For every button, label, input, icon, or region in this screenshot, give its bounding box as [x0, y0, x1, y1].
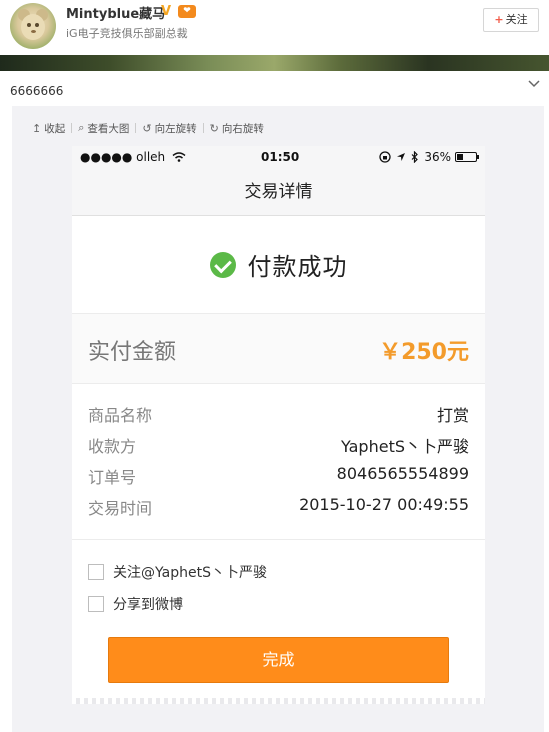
avatar-eye	[27, 23, 31, 27]
amount-value: ￥250元	[379, 340, 469, 365]
phone-screenshot[interactable]: ●●●●● olleh 01:50 36% 交易详情 付款成功 实付金额 ￥25…	[72, 146, 485, 704]
detail-row-payee: 收款方 YaphetS丶卜严骏	[88, 433, 469, 457]
collapse-button[interactable]: ↥ 收起	[26, 121, 71, 136]
follow-button[interactable]: + 关注	[483, 8, 539, 32]
plus-icon: +	[494, 13, 504, 26]
share-option-label: 分享到微博	[113, 597, 183, 613]
user-description: iG电子竞技俱乐部副总裁	[66, 27, 188, 40]
battery-level	[457, 154, 463, 160]
post-text: 6666666	[10, 84, 64, 98]
detail-value: YaphetS丶卜严骏	[341, 437, 469, 456]
check-circle-icon	[209, 251, 236, 278]
follow-label: 关注	[505, 13, 528, 26]
status-time: 01:50	[261, 150, 300, 164]
avatar-eye	[35, 23, 39, 27]
magnifier-icon: ⌕	[78, 121, 85, 134]
transaction-details: 商品名称 打赏 收款方 YaphetS丶卜严骏 订单号 804656555489…	[72, 384, 485, 540]
detail-label: 收款方	[88, 437, 137, 456]
cover-banner	[0, 55, 549, 71]
rotate-right-label: 向右旋转	[221, 122, 264, 135]
status-right: 36%	[379, 150, 479, 164]
follow-option-label: 关注@YaphetS丶卜严骏	[113, 565, 267, 581]
detail-row-order-id: 订单号 8046565554899	[88, 464, 469, 488]
username[interactable]: Mintyblue藏马	[66, 3, 165, 22]
detail-value: 2015-10-27 00:49:55	[299, 495, 469, 514]
avatar-nose	[31, 30, 36, 33]
detail-row-product: 商品名称 打赏	[88, 402, 469, 426]
chevron-down-icon[interactable]	[527, 76, 541, 90]
rotate-right-button[interactable]: ↻ 向右旋转	[204, 121, 270, 136]
amount-row: 实付金额 ￥250元	[72, 314, 485, 384]
status-bar: ●●●●● olleh 01:50 36%	[72, 146, 485, 168]
post-header: Mintyblue藏马 V ❤ iG电子竞技俱乐部副总裁 + 关注	[0, 0, 549, 55]
view-large-button[interactable]: ⌕ 查看大图	[72, 121, 135, 136]
detail-row-time: 交易时间 2015-10-27 00:49:55	[88, 495, 469, 519]
amount-label: 实付金额	[88, 340, 177, 365]
detail-label: 订单号	[88, 468, 137, 487]
battery-percent: 36%	[424, 150, 451, 164]
detail-value: 8046565554899	[336, 464, 469, 483]
verified-icon: V	[161, 4, 172, 19]
rotate-left-icon: ↺	[142, 121, 152, 135]
wifi-icon	[172, 152, 186, 162]
share-checkbox[interactable]	[88, 596, 104, 612]
success-text: 付款成功	[247, 253, 348, 281]
share-weibo-option[interactable]: 分享到微博	[88, 594, 183, 614]
orientation-lock-icon	[379, 151, 391, 163]
view-large-label: 查看大图	[87, 122, 130, 135]
detail-label: 交易时间	[88, 499, 153, 518]
follow-payee-option[interactable]: 关注@YaphetS丶卜严骏	[88, 562, 267, 582]
rotate-left-label: 向左旋转	[154, 122, 197, 135]
image-toolbar: ↥ 收起 ⌕ 查看大图 ↺ 向左旋转 ↻ 向右旋转	[26, 120, 270, 136]
rotate-left-button[interactable]: ↺ 向左旋转	[136, 121, 202, 136]
detail-label: 商品名称	[88, 406, 153, 425]
detail-value: 打赏	[436, 406, 469, 425]
bluetooth-icon	[411, 151, 419, 163]
location-icon	[397, 153, 406, 161]
collapse-label: 收起	[44, 122, 66, 135]
vip-badge-icon: ❤	[178, 5, 196, 18]
torn-edge	[72, 698, 485, 704]
payment-success: 付款成功	[72, 216, 485, 314]
nav-title: 交易详情	[72, 168, 485, 216]
carrier-label: ●●●●● olleh	[80, 150, 186, 164]
rotate-right-icon: ↻	[209, 121, 219, 135]
battery-icon	[455, 152, 479, 162]
done-button[interactable]: 完成	[108, 637, 449, 683]
carrier-text: ●●●●● olleh	[80, 150, 166, 164]
collapse-icon: ↥	[32, 121, 42, 135]
follow-checkbox[interactable]	[88, 564, 104, 580]
avatar-face	[21, 14, 45, 40]
avatar[interactable]	[10, 3, 56, 49]
